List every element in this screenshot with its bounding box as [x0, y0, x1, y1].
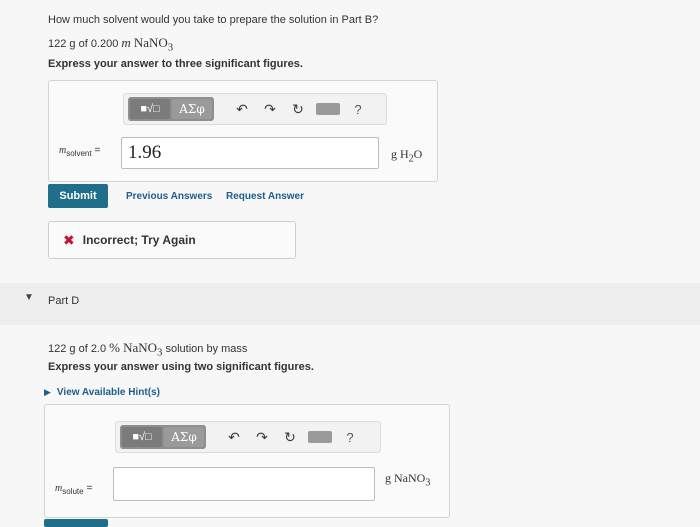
keyboard-icon-d[interactable] [308, 431, 332, 443]
undo-icon[interactable]: ↶ [228, 99, 256, 119]
given-unit: m [121, 35, 131, 50]
request-answer-link[interactable]: Request Answer [226, 191, 304, 202]
template-symbol-group: ■√□ ΑΣφ [128, 97, 214, 121]
unit-label-d: g NaNO3 [385, 471, 431, 489]
feedback-text: Incorrect; Try Again [82, 233, 196, 247]
error-x-icon: ✖ [63, 231, 75, 248]
label-sub-d: solute [62, 487, 84, 496]
given-prefix-d: 122 g of 2.0 [48, 343, 107, 355]
submit-button[interactable]: Submit [48, 184, 108, 208]
keyboard-icon[interactable] [316, 103, 340, 115]
feedback-box: ✖ Incorrect; Try Again [48, 221, 296, 259]
reset-icon[interactable]: ↻ [284, 99, 312, 119]
help-icon-d[interactable]: ? [336, 427, 364, 447]
question-text: How much solvent would you take to prepa… [48, 14, 379, 26]
label-sub: solvent [66, 149, 92, 158]
answer-panel-d: ■√□ ΑΣφ ↶ ↷ ↻ ? msolute = g NaNO3 [44, 404, 450, 518]
math-toolbar-d: ■√□ ΑΣφ ↶ ↷ ↻ ? [115, 421, 381, 453]
templates-button-d[interactable]: ■√□ [122, 427, 162, 447]
collapse-caret-icon[interactable]: ▼ [24, 292, 34, 303]
label-equals: = [94, 145, 101, 156]
instruction-text: Express your answer to three significant… [48, 58, 303, 70]
answer-panel: ■√□ ΑΣφ ↶ ↷ ↻ ? msolvent = 1.96 g H2O [48, 80, 438, 182]
undo-icon-d[interactable]: ↶ [220, 427, 248, 447]
label-equals-d: = [86, 483, 93, 494]
hints-toggle[interactable]: ▶ View Available Hint(s) [44, 387, 160, 398]
unit-label: g H2O [391, 147, 423, 165]
templates-button[interactable]: ■√□ [130, 99, 170, 119]
answer-input-solvent[interactable]: 1.96 [121, 137, 379, 169]
redo-icon[interactable]: ↷ [256, 99, 284, 119]
given-quantity: 122 g of 0.200 m NaNO3 [48, 35, 173, 54]
field-label-solvent: msolvent = [59, 145, 100, 158]
field-label-solute: msolute = [55, 483, 92, 496]
symbols-button-d[interactable]: ΑΣφ [164, 427, 204, 447]
part-d-header[interactable] [0, 283, 700, 325]
answer-input-solute[interactable] [113, 467, 375, 501]
given-formula: NaNO3 [133, 35, 174, 54]
help-icon[interactable]: ? [344, 99, 372, 119]
previous-answers-link[interactable]: Previous Answers [126, 191, 212, 202]
given-formula-d: NaNO3 [123, 340, 163, 359]
given-suffix-d: solution by mass [165, 343, 248, 355]
part-d-title[interactable]: Part D [48, 295, 79, 307]
given-percent: % [109, 340, 121, 355]
template-symbol-group-d: ■√□ ΑΣφ [120, 425, 206, 449]
redo-icon-d[interactable]: ↷ [248, 427, 276, 447]
given-prefix: 122 g of 0.200 [48, 38, 119, 50]
hint-arrow-icon: ▶ [44, 387, 51, 397]
hint-link[interactable]: View Available Hint(s) [57, 387, 160, 398]
instruction-text-d: Express your answer using two significan… [48, 361, 314, 373]
part-d-given: 122 g of 2.0 % NaNO3 solution by mass [48, 340, 247, 359]
reset-icon-d[interactable]: ↻ [276, 427, 304, 447]
symbols-button[interactable]: ΑΣφ [172, 99, 212, 119]
math-toolbar: ■√□ ΑΣφ ↶ ↷ ↻ ? [123, 93, 387, 125]
